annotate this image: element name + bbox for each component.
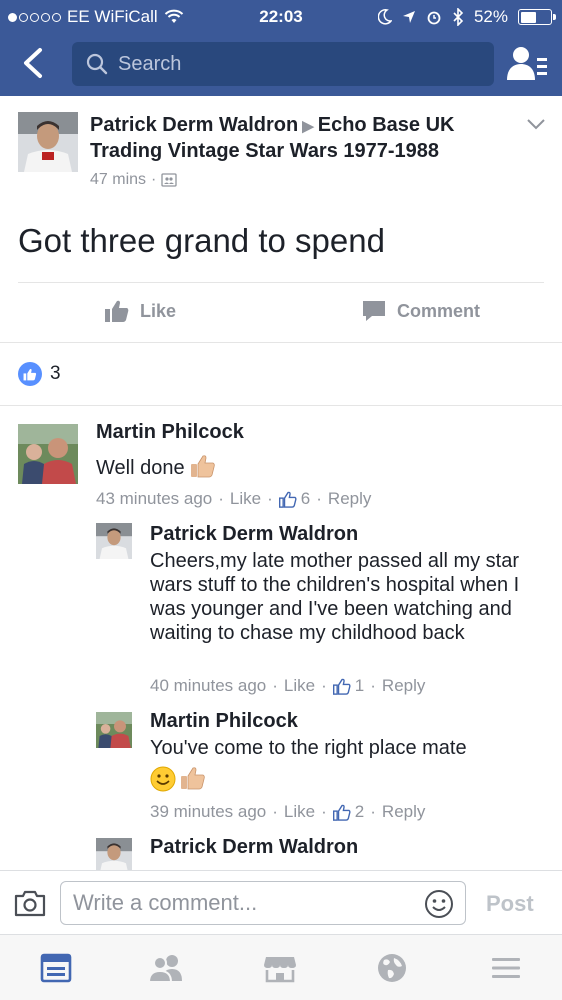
post-author-name[interactable]: Patrick Derm Waldron [90, 114, 298, 136]
comment-text: You've come to the right place mate [150, 737, 467, 759]
comment-input-placeholder: Write a comment... [73, 890, 258, 915]
comment-reply-button[interactable]: Reply [382, 802, 425, 822]
comment-author-name[interactable]: Patrick Derm Waldron [150, 836, 358, 859]
comment-like-count[interactable]: 6 [301, 489, 310, 509]
commenter-avatar[interactable] [96, 712, 132, 748]
comment-text: Cheers,my late mother passed all my star… [150, 550, 520, 644]
comment-like-count[interactable]: 2 [355, 802, 364, 822]
chevron-down-icon[interactable] [524, 114, 548, 134]
tab-notifications[interactable] [372, 951, 412, 985]
divider [18, 282, 544, 283]
status-bar: EE WiFiCall 22:03 52% [0, 0, 562, 34]
tab-marketplace[interactable] [260, 951, 300, 985]
comment-meta: 40 minutes ago · Like · 1 · Reply [150, 676, 426, 696]
thumbs-up-outline-icon [332, 804, 351, 821]
group-privacy-icon [161, 173, 178, 187]
comment-composer: Write a comment... Post [0, 870, 562, 934]
back-button[interactable] [18, 46, 48, 80]
comment-input[interactable]: Write a comment... [60, 881, 466, 925]
alarm-icon [427, 11, 441, 25]
camera-icon[interactable] [14, 889, 46, 917]
divider [0, 342, 562, 343]
news-feed-icon [40, 953, 72, 983]
comment-author-name[interactable]: Martin Philcock [96, 421, 244, 444]
thumbs-up-outline-icon [332, 678, 351, 695]
avatar-photo [18, 112, 78, 172]
comment-button[interactable]: Comment [361, 299, 480, 323]
divider [0, 405, 562, 406]
battery-percent: 52% [473, 7, 508, 26]
tab-news-feed[interactable] [36, 951, 76, 985]
reaction-summary[interactable]: 3 [18, 362, 61, 386]
comment-time: 39 minutes ago [150, 802, 267, 821]
comment-like-button[interactable]: Like [284, 802, 315, 822]
comment-meta: 39 minutes ago · Like · 2 · Reply [150, 802, 426, 822]
commenter-avatar[interactable] [18, 424, 78, 484]
search-input[interactable]: Search [72, 42, 494, 86]
comment-reply-button[interactable]: Reply [328, 489, 371, 509]
comment-label: Comment [397, 300, 481, 321]
friend-requests-icon[interactable] [506, 44, 548, 84]
comment-time: 43 minutes ago [96, 489, 213, 508]
friends-icon [148, 955, 182, 983]
comment-emoji-row [150, 766, 206, 792]
comment-like-button[interactable]: Like [230, 489, 261, 509]
smiley-emoji-icon [150, 766, 176, 792]
marketplace-icon [264, 957, 296, 983]
comment-author-name[interactable]: Martin Philcock [150, 710, 298, 733]
like-label: Like [140, 300, 177, 321]
like-reaction-icon [18, 362, 42, 386]
post-body: Got three grand to spend [18, 222, 385, 259]
comment-meta: 43 minutes ago · Like · 6 · Reply [96, 489, 372, 509]
moon-icon [377, 9, 392, 25]
comment-icon [363, 301, 385, 321]
avatar-photo [96, 523, 132, 559]
like-button[interactable]: Like [104, 299, 176, 323]
post-meta: 47 mins · [90, 171, 178, 189]
emoji-icon[interactable] [424, 889, 454, 919]
search-icon [86, 53, 108, 75]
thumbs-up-icon [105, 300, 129, 322]
post-comment-button[interactable]: Post [486, 891, 534, 917]
comment-reply-button[interactable]: Reply [382, 676, 425, 696]
comment-text: Well done [96, 454, 216, 484]
search-placeholder: Search [118, 52, 182, 75]
tab-friends[interactable] [146, 951, 186, 985]
tab-menu[interactable] [486, 951, 526, 985]
avatar-photo [96, 712, 132, 748]
arrow-right-icon: ▶ [302, 118, 314, 135]
avatar-photo [96, 838, 132, 870]
reaction-count: 3 [50, 363, 61, 384]
bluetooth-icon [453, 8, 464, 26]
comment-author-name[interactable]: Patrick Derm Waldron [150, 523, 358, 546]
thumbs-up-emoji-icon [190, 454, 216, 484]
comment-like-count[interactable]: 1 [355, 676, 364, 696]
post-time[interactable]: 47 mins [90, 171, 146, 189]
comment-time: 40 minutes ago [150, 676, 267, 695]
comment-like-button[interactable]: Like [284, 676, 315, 696]
commenter-avatar[interactable] [96, 838, 132, 870]
post-header-names: Patrick Derm Waldron ▶ Echo Base UK Tradin… [90, 113, 510, 163]
menu-icon [492, 958, 520, 978]
thumbs-up-emoji-icon [181, 767, 205, 790]
avatar-photo [18, 424, 78, 484]
battery-icon [518, 9, 556, 25]
globe-icon [378, 954, 406, 982]
location-arrow-icon [402, 11, 415, 23]
thumbs-up-outline-icon [278, 491, 297, 508]
commenter-avatar[interactable] [96, 523, 132, 559]
top-bar: EE WiFiCall 22:03 52% Search [0, 0, 562, 96]
post-author-avatar[interactable] [18, 112, 78, 172]
bottom-tab-bar [0, 934, 562, 1000]
